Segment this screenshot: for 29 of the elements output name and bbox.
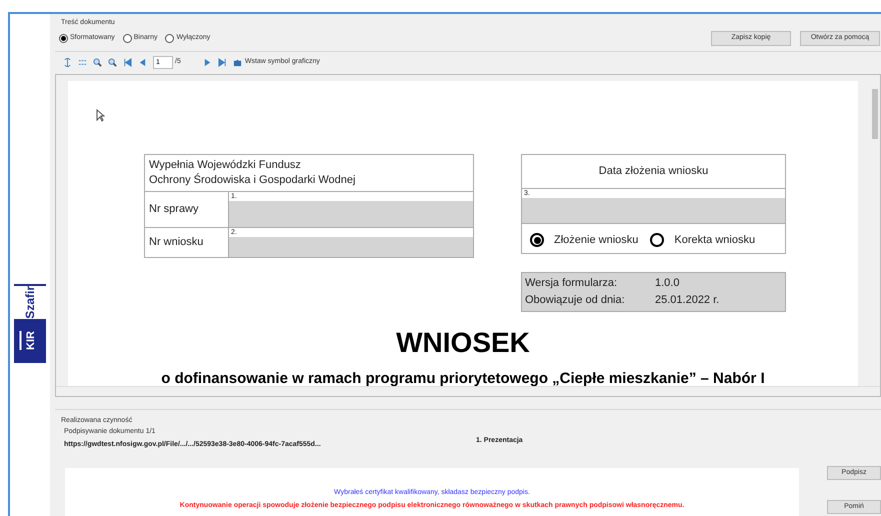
version-label: Obowiązuje od dnia: — [525, 292, 626, 308]
input-field[interactable] — [229, 236, 473, 256]
first-page-icon[interactable] — [123, 58, 132, 67]
version-label: Wersja formularza: — [525, 276, 618, 290]
cursor-icon — [96, 108, 105, 122]
radio-button[interactable] — [59, 34, 68, 43]
input-field[interactable] — [522, 198, 785, 224]
radio-label: Złożenie wniosku — [554, 232, 638, 248]
radio-button[interactable] — [650, 233, 664, 247]
document-title: WNIOSEK — [396, 326, 530, 360]
radio-button[interactable] — [530, 233, 544, 247]
next-page-icon[interactable] — [202, 58, 212, 67]
version-value: 1.0.0 — [655, 276, 680, 290]
table-header: Wypełnia Wojewódzki Fundusz Ochrony Środowiska i Gospodarki Wodnej — [145, 154, 473, 192]
fit-width-icon[interactable] — [78, 58, 87, 67]
input-field[interactable] — [229, 200, 473, 226]
logo-badge: KIR — [14, 318, 46, 363]
document-subtitle: o dofinansowanie w ramach programu priorytetowego „Ciepłe mieszkanie” – Nabór I — [161, 368, 765, 386]
zoom-in-icon[interactable] — [108, 58, 117, 67]
table-header: Data złożenia wniosku — [522, 154, 785, 188]
radio-button[interactable] — [122, 34, 132, 43]
last-page-icon[interactable] — [218, 58, 227, 67]
radio-button[interactable] — [165, 34, 174, 43]
version-value: 25.01.2022 r. — [655, 292, 720, 308]
radio-label: Korekta wniosku — [674, 232, 756, 248]
fit-height-icon[interactable] — [63, 58, 72, 67]
zoom-out-icon[interactable] — [93, 58, 102, 67]
logo-text: Szafir — [22, 286, 38, 319]
previous-page-icon[interactable] — [138, 58, 147, 67]
